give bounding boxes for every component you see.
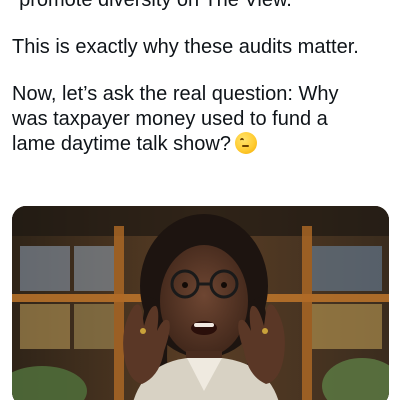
post-container: "promote diversity on The View." This is… [0, 0, 400, 400]
paragraph-question: Now, let’s ask the real question: Why wa… [12, 82, 394, 157]
paragraph-audits: This is exactly why these audits matter. [12, 35, 394, 60]
quote-line-text: "promote diversity on The View." [12, 0, 299, 11]
paragraph-audits-text: This is exactly why these audits matter. [12, 36, 359, 58]
thinking-face-icon [234, 132, 257, 154]
quote-line: "promote diversity on The View." [12, 0, 394, 13]
question-line-1: Now, let’s ask the real question: Why [12, 83, 339, 105]
question-line-3: lame daytime talk show? [12, 132, 394, 157]
window-pane [20, 246, 70, 291]
question-line-2: was taxpayer money used to fund a [12, 108, 328, 130]
talk-show-still [12, 206, 389, 400]
post-body-text: "promote diversity on The View." This is… [12, 0, 394, 179]
question-line-3-text: lame daytime talk show? [12, 133, 231, 155]
post-media-image[interactable] [12, 206, 389, 400]
